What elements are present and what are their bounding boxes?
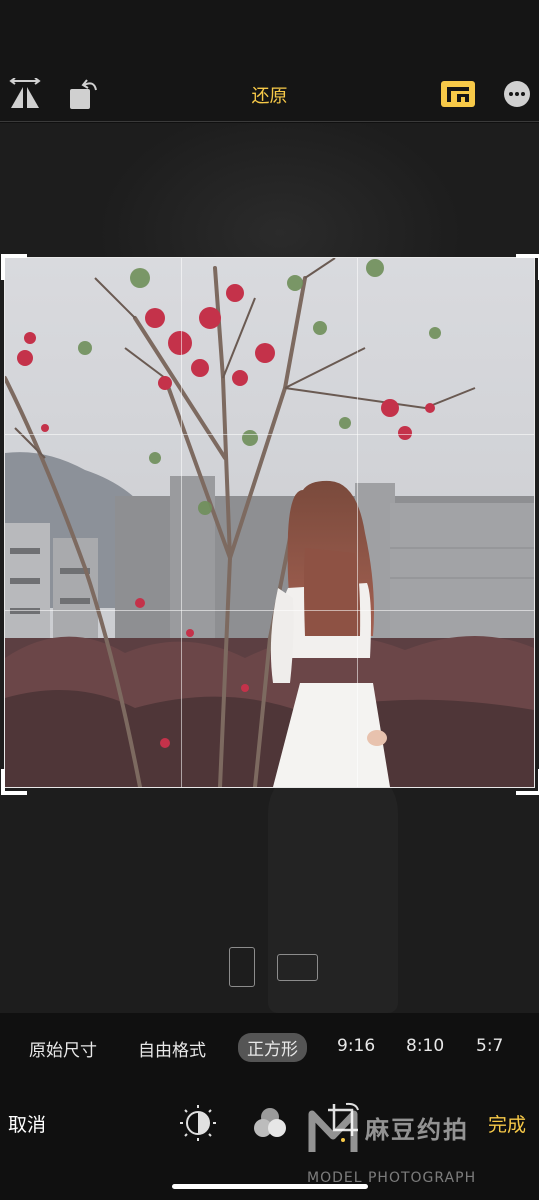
aspect-ratio-icon[interactable]	[441, 81, 475, 107]
crop-handle-bottom-left[interactable]	[1, 769, 27, 795]
crop-handle-bottom-right[interactable]	[516, 769, 539, 795]
aspect-option-5-7[interactable]: 5:7	[476, 1036, 503, 1056]
done-button[interactable]: 完成	[488, 1110, 526, 1137]
top-toolbar: 还原	[0, 0, 539, 122]
watermark-logo	[308, 1108, 358, 1156]
grid-line-horizontal	[5, 434, 534, 435]
landscape-orientation-icon[interactable]	[277, 954, 318, 981]
adjust-icon[interactable]	[179, 1104, 217, 1142]
more-icon[interactable]	[503, 80, 531, 108]
aspect-option-8-10[interactable]: 8:10	[406, 1036, 444, 1056]
grid-line-horizontal	[5, 610, 534, 611]
crop-frame[interactable]	[4, 257, 535, 788]
portrait-orientation-icon[interactable]	[229, 947, 255, 987]
crop-handle-top-right[interactable]	[516, 254, 539, 280]
aspect-ratio-list: 原始尺寸 自由格式 正方形 9:16 8:10 5:7	[0, 1030, 539, 1064]
cancel-button[interactable]: 取消	[8, 1110, 46, 1137]
grid-line-vertical	[181, 258, 182, 787]
aspect-option-square[interactable]: 正方形	[238, 1033, 307, 1062]
watermark-text: 麻豆约拍	[365, 1116, 469, 1144]
grid-line-vertical	[357, 258, 358, 787]
crop-handle-top-left[interactable]	[1, 254, 27, 280]
aspect-option-freeform[interactable]: 自由格式	[138, 1036, 206, 1061]
toolbar-divider	[0, 121, 539, 122]
aspect-option-original[interactable]: 原始尺寸	[29, 1036, 97, 1061]
aspect-option-9-16[interactable]: 9:16	[337, 1036, 375, 1056]
home-indicator[interactable]	[172, 1184, 368, 1189]
filters-icon[interactable]	[252, 1106, 288, 1140]
